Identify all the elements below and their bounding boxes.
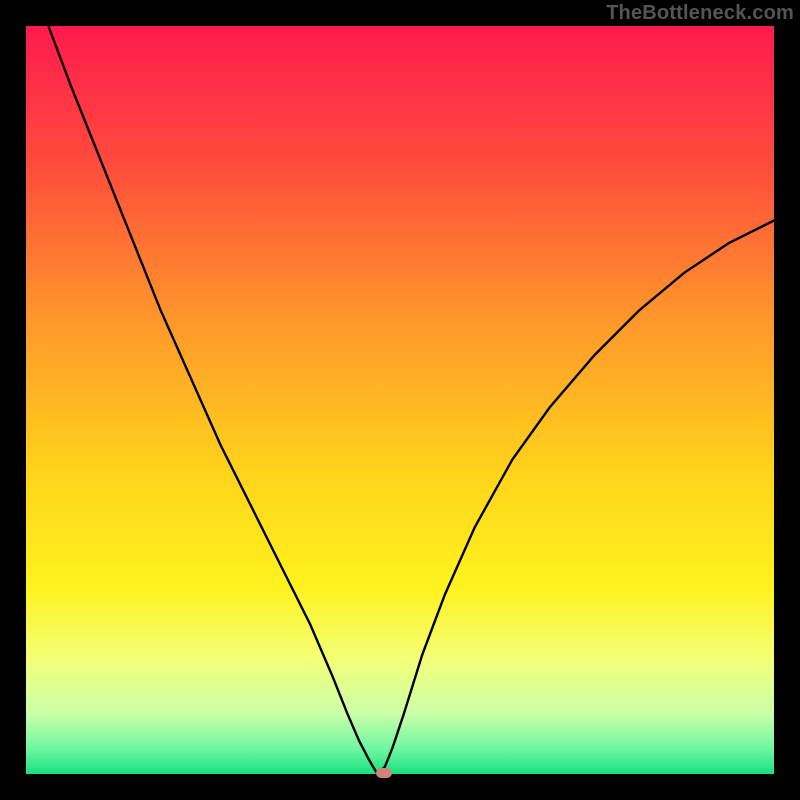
optimal-point-marker	[376, 768, 392, 778]
bottleneck-curve	[26, 26, 774, 774]
curve-path	[48, 26, 774, 774]
chart-frame: TheBottleneck.com	[0, 0, 800, 800]
watermark-text: TheBottleneck.com	[606, 2, 794, 25]
